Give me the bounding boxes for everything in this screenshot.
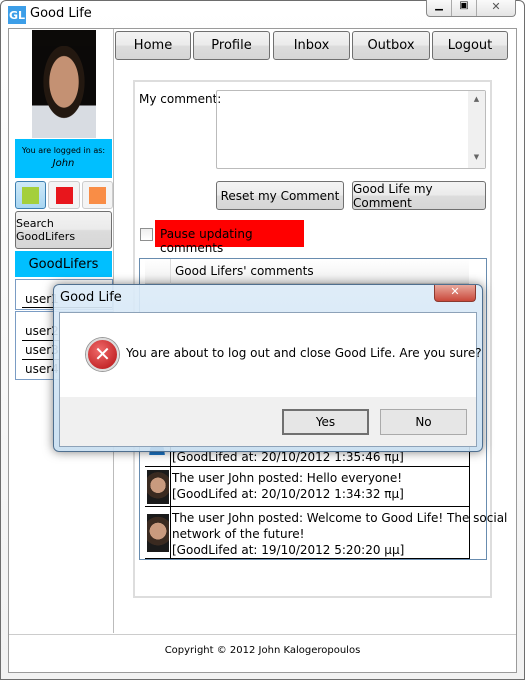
tab-inbox[interactable]: Inbox [273,31,350,60]
maximize-icon[interactable]: ▣ [452,0,477,16]
comment-timestamp: [GoodLifed at: 20/10/2012 1:34:32 πμ] [172,487,404,501]
app-logo: GL [8,6,26,24]
goodlife-comment-button[interactable]: Good Life my Comment [352,181,486,210]
theme-green-button[interactable] [15,181,46,209]
tab-outbox[interactable]: Outbox [352,31,430,60]
dialog-title: Good Life [60,290,122,305]
window-title: Good Life [30,6,92,21]
theme-red-button[interactable] [48,181,80,209]
tab-logout[interactable]: Logout [432,31,508,60]
minimize-icon[interactable]: ▁ [427,0,452,16]
scroll-up-icon[interactable]: ▲ [468,95,485,103]
dialog-message: You are about to log out and close Good … [126,346,482,360]
login-info: You are logged in as: John [15,139,112,178]
reset-comment-button[interactable]: Reset my Comment [216,181,344,210]
yes-button[interactable]: Yes [282,409,369,435]
error-icon: ✕ [86,338,119,371]
cell-divider [170,467,171,507]
copyright: Copyright © 2012 John Kalogeropoulos [164,645,361,656]
cell-divider [170,507,171,559]
comment-row[interactable]: The user John posted: Welcome to Good Li… [145,507,507,559]
red-swatch-icon [55,186,73,204]
close-icon: ✕ [450,285,460,298]
comment-textarea[interactable] [216,90,486,169]
search-goodlifers-button[interactable]: Search GoodLifers [15,211,112,249]
no-button[interactable]: No [380,409,467,435]
comment-scrollbar[interactable]: ▲ ▼ [468,91,485,168]
comment-label: My comment: [139,92,222,106]
scroll-down-icon[interactable]: ▼ [468,153,485,161]
grid-header-label: Good Lifers' comments [175,264,314,278]
confirm-dialog: Good Life ✕ ✕ You are about to log out a… [53,284,483,452]
tab-home[interactable]: Home [115,31,191,60]
comment-text: The user John posted: Welcome to Good Li… [172,511,508,525]
dialog-body: ✕ You are about to log out and close Goo… [59,312,482,447]
pause-label[interactable]: Pause updating comments [155,220,304,255]
comment-text: The user John posted: Hello everyone! [172,471,403,485]
tab-profile[interactable]: Profile [193,31,270,60]
orange-swatch-icon [89,186,106,204]
logged-in-label: You are logged in as: [21,146,106,155]
username: John [52,158,75,169]
comment-text: network of the future! [172,527,305,541]
dialog-close-button[interactable]: ✕ [434,285,476,302]
goodlifers-header: GoodLifers [15,251,112,277]
window-controls: ▁ ▣ ✕ [426,0,516,17]
close-icon[interactable]: ✕ [477,0,515,16]
comment-timestamp: [GoodLifed at: 19/10/2012 5:20:20 μμ] [172,543,405,557]
footer-divider [9,634,516,635]
comment-row[interactable]: The user John posted: Hello everyone! [G… [145,467,469,507]
header-divider [170,259,171,284]
theme-orange-button[interactable] [82,181,113,209]
user-avatar [147,514,169,552]
user-avatar [147,470,169,504]
pause-checkbox[interactable] [140,228,153,241]
profile-photo [32,30,96,138]
green-swatch-icon [22,186,39,204]
